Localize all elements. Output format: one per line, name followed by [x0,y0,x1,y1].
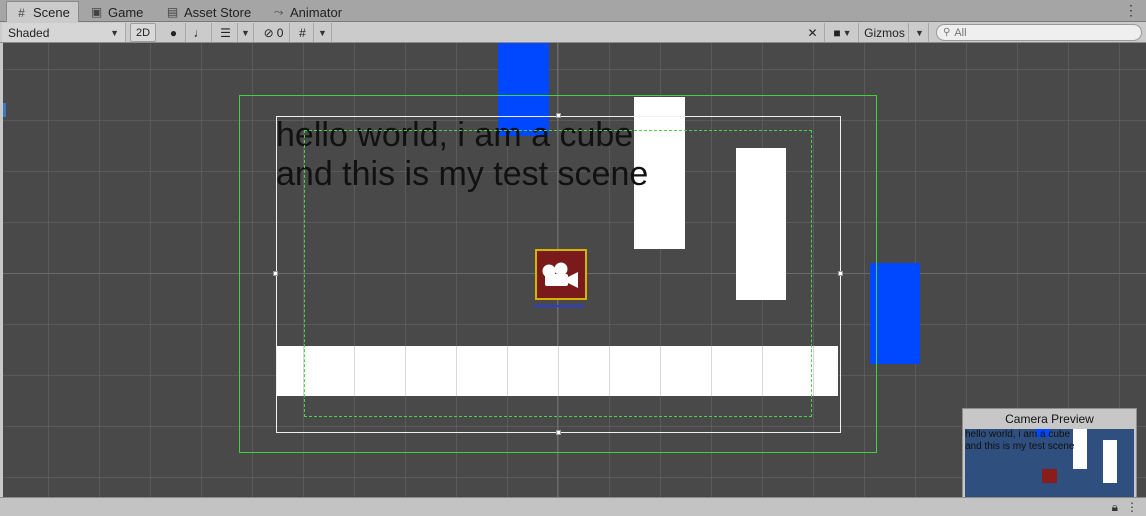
search-icon: ⚲ [943,27,951,38]
animator-icon: ⤳ [273,4,284,19]
preview-text-line-2: and this is my test scene [965,441,1075,452]
status-icons: 🔒︎ ⋮ [1112,500,1138,515]
hidden-objects-toggle[interactable]: ⊘ 0 [258,23,290,42]
tab-label: Scene [33,5,70,20]
draw-mode-dropdown[interactable]: Shaded ▼ [2,23,126,42]
lighting-toggle[interactable]: ● [162,23,186,42]
gizmos-label: Gizmos [864,25,905,40]
search-input[interactable] [954,26,1135,39]
speaker-icon: ♩ [193,25,206,40]
preview-camera-object [1042,469,1057,483]
gamepad-icon: ▣ [90,5,103,19]
preview-text: hello world, i am a cube and this is my … [965,429,1075,453]
chevron-down-icon: ▼ [241,27,250,38]
tools-toggle[interactable]: ✕ [801,23,825,42]
video-camera-icon [542,262,578,288]
camera-gizmo[interactable] [534,249,587,307]
audio-toggle[interactable]: ♩ [188,23,212,42]
chevron-down-icon: ▼ [318,27,327,38]
tab-label: Animator [290,4,343,20]
preview-white-pillar-right [1103,440,1117,483]
more-options-icon[interactable]: ⋮ [1126,500,1138,515]
tab-bar: # Scene ▣ Game ▤ Asset Store ⤳ Animator … [0,0,1146,23]
tab-asset-store[interactable]: ▤ Asset Store [158,2,259,22]
status-bar: 🔒︎ ⋮ [0,497,1146,516]
toggle-2d-label: 2D [135,26,151,39]
grid-dropdown[interactable]: ▼ [314,23,332,42]
eye-slash-icon: ⊘ [263,25,274,40]
tools-icon: ✕ [807,25,818,40]
camera-icon: ■ [833,25,841,40]
search-field[interactable]: ⚲ [936,24,1142,41]
toggle-2d-button[interactable]: 2D [130,23,156,42]
blue-block-right[interactable] [870,263,920,364]
tab-scene[interactable]: # Scene [6,1,79,23]
lock-icon[interactable]: 🔒︎ [1112,500,1118,515]
draw-mode-label: Shaded [8,25,50,40]
chevron-down-icon: ▼ [915,27,924,38]
lightbulb-icon: ● [169,25,178,40]
tab-game[interactable]: ▣ Game [82,2,151,22]
chevron-down-icon: ▼ [110,27,119,38]
hidden-count: 0 [276,25,284,40]
effects-toggle[interactable]: ☰ [214,23,238,42]
chevron-down-icon: ▼ [842,27,852,38]
gizmos-dropdown[interactable]: ▼ [911,23,929,42]
gizmos-button[interactable]: Gizmos [861,23,909,42]
scene-toolbar: Shaded ▼ 2D ● ♩ ☰ ▼ ⊘ 0 # ▼ ✕ ■ ▼ Gizmos… [0,22,1146,43]
more-options-icon[interactable]: ⋮ [1124,3,1138,17]
effects-icon: ☰ [220,25,231,40]
viewport-edge-marker [3,103,6,117]
camera-preview-title: Camera Preview [1005,412,1094,426]
rect-handle-left[interactable] [273,271,278,276]
rect-handle-right[interactable] [838,271,843,276]
effects-dropdown[interactable]: ▼ [238,23,254,42]
tab-animator[interactable]: ⤳ Animator [264,2,350,22]
preview-text-line-1: hello world, i am a cube [965,429,1071,440]
preview-white-pillar-left [1073,429,1087,469]
grid-toggle[interactable]: # [292,23,314,42]
camera-settings-dropdown[interactable]: ■ ▼ [827,23,859,42]
rect-handle-bottom[interactable] [556,430,561,435]
tab-label: Game [108,4,144,20]
tab-label: Asset Store [184,4,252,20]
scene-viewport[interactable]: hello world, i am a cube and this is my … [3,43,1146,497]
bag-icon: ▤ [166,5,179,19]
grid-icon: # [18,5,25,20]
camera-preview-panel[interactable]: Camera Preview hello world, i am a cube … [962,408,1137,497]
camera-preview-view: hello world, i am a cube and this is my … [965,429,1134,497]
rect-handle-top[interactable] [556,113,561,118]
grid-icon: # [299,25,306,40]
